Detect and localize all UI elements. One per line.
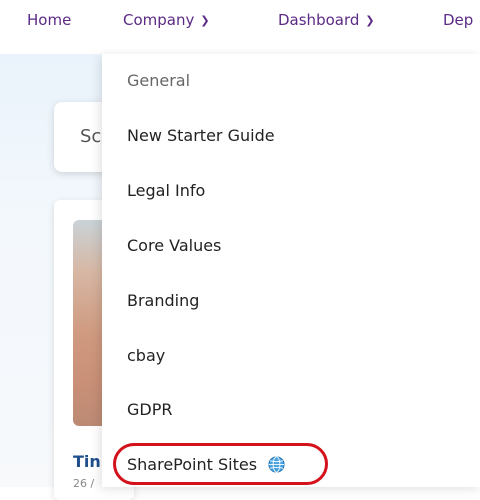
menu-item-label: Legal Info [127, 181, 206, 200]
news-title[interactable]: Tin [73, 452, 101, 471]
menu-item-label: New Starter Guide [127, 126, 275, 145]
menu-item-label: Branding [127, 291, 200, 310]
menu-item-label: cbay [127, 346, 166, 365]
nav-item-home[interactable]: Home [27, 11, 71, 29]
menu-item-branding[interactable]: Branding [127, 289, 199, 313]
nav-item-label: Home [27, 11, 72, 29]
nav-item-label: Dashboard [278, 11, 360, 29]
menu-item-label: Core Values [127, 236, 222, 255]
news-date: 26 / [73, 477, 95, 490]
menu-item-label: SharePoint Sites [127, 455, 258, 474]
menu-item-general: General [127, 69, 190, 93]
chevron-down-icon: ❯ [365, 13, 375, 27]
menu-item-new-starter-guide[interactable]: New Starter Guide [127, 124, 275, 148]
search-placeholder: Sc [80, 126, 102, 147]
top-navigation: Home Company ❯ Dashboard ❯ Dep [0, 0, 480, 44]
globe-icon [268, 456, 285, 473]
nav-item-dashboard[interactable]: Dashboard ❯ [278, 11, 375, 29]
nav-item-departments[interactable]: Dep [443, 11, 473, 29]
menu-item-sharepoint-sites[interactable]: SharePoint Sites [127, 453, 285, 477]
menu-item-label: General [127, 71, 191, 90]
menu-item-label: GDPR [127, 400, 173, 419]
menu-item-legal-info[interactable]: Legal Info [127, 179, 205, 203]
nav-item-label: Dep [443, 11, 474, 29]
menu-item-gdpr[interactable]: GDPR [127, 398, 172, 422]
menu-item-cbay[interactable]: cbay [127, 344, 165, 368]
menu-item-core-values[interactable]: Core Values [127, 234, 221, 258]
company-dropdown-menu: General New Starter Guide Legal Info Cor… [102, 54, 480, 487]
nav-item-label: Company [123, 11, 195, 29]
nav-item-company[interactable]: Company ❯ [123, 11, 210, 29]
chevron-down-icon: ❯ [200, 13, 210, 27]
